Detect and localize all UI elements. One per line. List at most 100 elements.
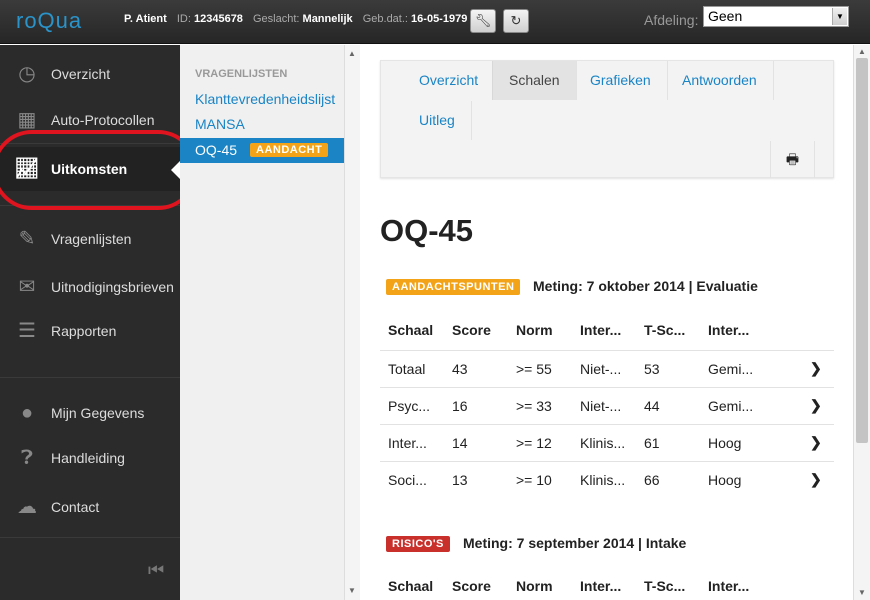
nav-item-overzicht[interactable]: ◷ Overzicht bbox=[0, 52, 180, 96]
questionnaire-link[interactable]: Klanttevredenheidslijst bbox=[195, 91, 335, 107]
attention-badge: AANDACHT bbox=[250, 143, 329, 157]
help-icon: ❓︎ bbox=[20, 447, 34, 469]
envelope-icon: ✉ bbox=[18, 276, 36, 298]
table-cell: Niet-... bbox=[580, 398, 622, 414]
nav-item-vragenlijsten[interactable]: ✎ Vragenlijsten bbox=[0, 217, 180, 261]
risks-badge: RISICO'S bbox=[386, 536, 450, 552]
nav-item-handleiding[interactable]: ❓︎ Handleiding bbox=[0, 436, 180, 480]
table-cell: Gemi... bbox=[708, 361, 754, 377]
chevron-right-icon[interactable]: ❯ bbox=[810, 397, 822, 414]
chevron-right-icon[interactable]: ❯ bbox=[810, 471, 822, 488]
table-row[interactable]: Inter... 14 >= 12 Klinis... 61 Hoog ❯ bbox=[380, 424, 834, 461]
pencil-icon: ✎ bbox=[18, 228, 36, 250]
table-cell: Gemi... bbox=[708, 398, 754, 414]
chevron-right-icon[interactable]: ❯ bbox=[810, 360, 822, 377]
refresh-icon: ↻ bbox=[510, 13, 522, 28]
table-cell: Totaal bbox=[388, 361, 426, 377]
wrench-icon: 🔧︎ bbox=[474, 13, 492, 28]
table-cell: 14 bbox=[452, 435, 468, 451]
chevron-down-icon: ▼ bbox=[832, 8, 847, 25]
table-cell: Klinis... bbox=[580, 435, 626, 451]
table-cell: Soci... bbox=[388, 472, 427, 488]
scroll-up-icon[interactable]: ▲ bbox=[348, 49, 356, 58]
list-icon: ☰ bbox=[18, 320, 36, 342]
column-header: Schaal bbox=[388, 578, 434, 594]
user-icon: ● bbox=[20, 402, 34, 424]
page-scrollbar[interactable]: ▲ ▼ bbox=[853, 45, 870, 600]
nav-item-label: Mijn Gegevens bbox=[51, 405, 145, 421]
patient-id: 12345678 bbox=[193, 13, 243, 25]
department-selected: Geen bbox=[708, 8, 743, 24]
attention-points-badge: AANDACHTSPUNTEN bbox=[386, 279, 521, 295]
nav-divider bbox=[0, 377, 180, 378]
column-header: Inter... bbox=[580, 578, 622, 594]
nav-item-label: Auto-Protocollen bbox=[51, 112, 155, 128]
department-label: Afdeling: bbox=[644, 12, 699, 28]
table-cell: 13 bbox=[452, 472, 468, 488]
table-cell: 16 bbox=[452, 398, 468, 414]
column-header: Score bbox=[452, 322, 491, 338]
table-row[interactable]: Soci... 13 >= 10 Klinis... 66 Hoog ❯ bbox=[380, 461, 834, 498]
nav-item-contact[interactable]: ☁ Contact bbox=[0, 485, 180, 529]
column-header: Norm bbox=[516, 322, 553, 338]
table-cell: >= 33 bbox=[516, 398, 552, 414]
print-button[interactable]: 🖶︎ bbox=[770, 141, 815, 178]
measurement-meta: Meting: 7 oktober 2014 | Evaluatie bbox=[533, 278, 758, 294]
table-header-row: Schaal Score Norm Inter... T-Sc... Inter… bbox=[380, 312, 834, 349]
nav-item-mijn-gegevens[interactable]: ● Mijn Gegevens bbox=[0, 391, 180, 435]
questionnaire-link[interactable]: MANSA bbox=[195, 116, 245, 132]
column-header: Inter... bbox=[580, 322, 622, 338]
table-cell: >= 55 bbox=[516, 361, 552, 377]
table-row[interactable]: Totaal 43 >= 55 Niet-... 53 Gemi... ❯ bbox=[380, 350, 834, 387]
nav-item-uitnodigingsbrieven[interactable]: ✉ Uitnodigingsbrieven bbox=[0, 265, 180, 309]
settings-button[interactable]: 🔧︎ bbox=[470, 9, 496, 33]
page-title: OQ-45 bbox=[380, 213, 474, 248]
chevron-right-icon[interactable]: ❯ bbox=[810, 434, 822, 451]
collapse-sidebar-icon[interactable]: ⏮ bbox=[148, 560, 166, 582]
column-header: Score bbox=[452, 578, 491, 594]
nav-item-label: Uitnodigingsbrieven bbox=[51, 279, 174, 295]
tab-grafieken[interactable]: Grafieken bbox=[574, 61, 668, 100]
nav-item-rapporten[interactable]: ☰ Rapporten bbox=[0, 309, 180, 353]
tab-schalen[interactable]: Schalen bbox=[492, 61, 577, 100]
tab-uitleg[interactable]: Uitleg bbox=[403, 101, 472, 140]
patient-gender: Mannelijk bbox=[302, 13, 353, 25]
refresh-button[interactable]: ↻ bbox=[503, 9, 529, 33]
table-cell: Psyc... bbox=[388, 398, 431, 414]
patient-id-label: ID: bbox=[176, 13, 191, 25]
scrollbar-thumb[interactable] bbox=[856, 58, 868, 443]
table-cell: Hoog bbox=[708, 472, 742, 488]
patient-info: P. Atient ID: 12345678 Geslacht: Manneli… bbox=[124, 13, 467, 25]
scroll-down-icon[interactable]: ▼ bbox=[348, 586, 356, 595]
top-bar: roQua P. Atient ID: 12345678 Geslacht: M… bbox=[0, 0, 870, 44]
scroll-up-icon[interactable]: ▲ bbox=[858, 47, 866, 56]
column-header: T-Sc... bbox=[644, 578, 686, 594]
main-sidebar: ◷ Overzicht ▦ Auto-Protocollen 📈︎ Uitkom… bbox=[0, 45, 198, 600]
table-cell: Klinis... bbox=[580, 472, 626, 488]
questionnaire-link-active[interactable]: OQ-45 AANDACHT bbox=[180, 138, 344, 163]
list-scrollbar[interactable]: ▲ ▼ bbox=[344, 45, 360, 600]
patient-dob-label: Geb.dat.: bbox=[362, 13, 408, 25]
table-cell: >= 10 bbox=[516, 472, 552, 488]
logo-text: roQua bbox=[16, 8, 83, 33]
table-row[interactable]: Psyc... 16 >= 33 Niet-... 44 Gemi... ❯ bbox=[380, 387, 834, 424]
table-cell: 66 bbox=[644, 472, 660, 488]
tab-antwoorden[interactable]: Antwoorden bbox=[666, 61, 774, 100]
roqua-logo[interactable]: roQua bbox=[16, 8, 82, 34]
nav-item-label: Handleiding bbox=[51, 450, 125, 466]
column-header: Schaal bbox=[388, 322, 434, 338]
scroll-down-icon[interactable]: ▼ bbox=[858, 588, 866, 597]
nav-divider bbox=[0, 537, 180, 538]
table-cell: Hoog bbox=[708, 435, 742, 451]
chat-icon: ☁ bbox=[17, 496, 37, 518]
calendar-icon: ▦ bbox=[17, 109, 37, 131]
table-cell: Niet-... bbox=[580, 361, 622, 377]
column-header: Norm bbox=[516, 578, 553, 594]
patient-dob: 16-05-1979 bbox=[411, 13, 468, 25]
department-select[interactable]: Geen ▼ bbox=[703, 6, 849, 27]
column-header: Inter... bbox=[708, 578, 750, 594]
patient-gender-label: Geslacht: bbox=[253, 13, 300, 25]
tab-overzicht[interactable]: Overzicht bbox=[403, 61, 496, 100]
measurement-header: RISICO'S Meting: 7 september 2014 | Inta… bbox=[380, 534, 840, 556]
measurement-meta: Meting: 7 september 2014 | Intake bbox=[463, 535, 687, 551]
